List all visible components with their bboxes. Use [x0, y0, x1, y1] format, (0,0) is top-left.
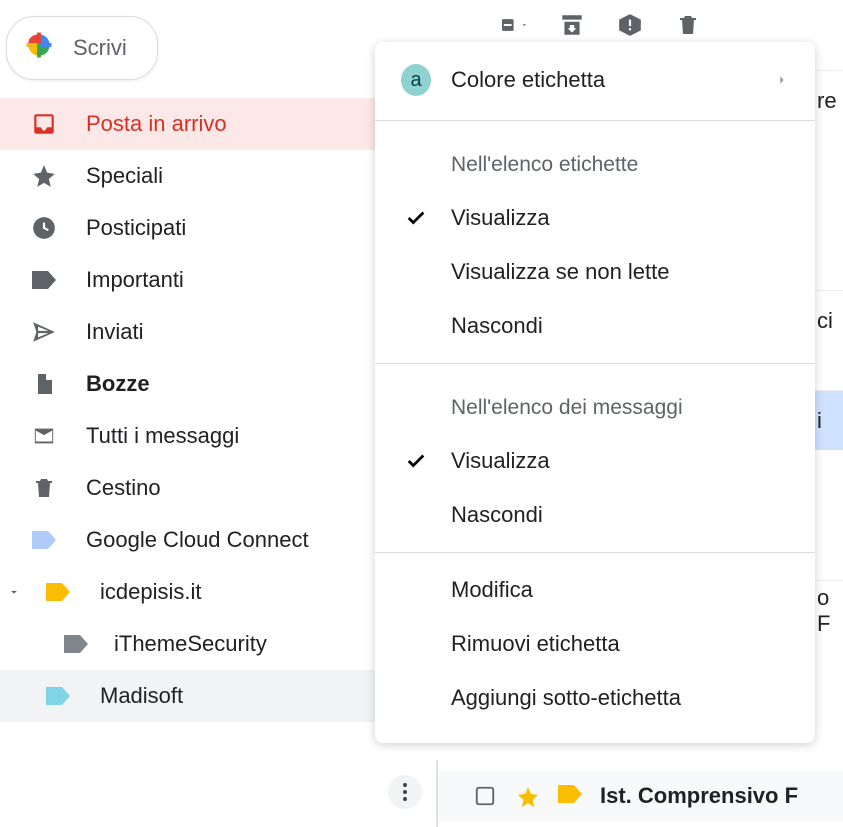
- menu-labellist-hide[interactable]: Nascondi: [375, 299, 815, 353]
- nav-label: Madisoft: [100, 683, 183, 709]
- spam-icon[interactable]: [616, 11, 644, 39]
- nav-inbox[interactable]: Posta in arrivo: [0, 98, 430, 150]
- check-icon: [401, 450, 431, 472]
- trash-icon: [30, 474, 58, 502]
- select-all-checkbox[interactable]: [500, 11, 528, 39]
- menu-color-label[interactable]: a Colore etichetta: [375, 50, 815, 110]
- check-icon: [401, 207, 431, 229]
- send-icon: [30, 318, 58, 346]
- nav-label-itheme[interactable]: iThemeSecurity: [0, 618, 430, 670]
- archive-icon[interactable]: [558, 11, 586, 39]
- delete-icon[interactable]: [674, 11, 702, 39]
- nav-label: Inviati: [86, 319, 143, 345]
- label-icon: [30, 526, 58, 554]
- inbox-icon: [30, 110, 58, 138]
- label-icon: [44, 682, 72, 710]
- menu-labellist-show[interactable]: Visualizza: [375, 191, 815, 245]
- nav-allmail[interactable]: Tutti i messaggi: [0, 410, 430, 462]
- nav-label: iThemeSecurity: [114, 631, 267, 657]
- nav-label: Tutti i messaggi: [86, 423, 239, 449]
- nav-label: Google Cloud Connect: [86, 527, 309, 553]
- menu-labellist-unread[interactable]: Visualizza se non lette: [375, 245, 815, 299]
- nav-label: Posta in arrivo: [86, 111, 227, 137]
- star-icon: [30, 162, 58, 190]
- chevron-down-icon[interactable]: [6, 585, 22, 599]
- file-icon: [30, 370, 58, 398]
- menu-item-label: Nascondi: [451, 502, 543, 528]
- menu-item-label: Visualizza se non lette: [451, 259, 670, 285]
- nav-sent[interactable]: Inviati: [0, 306, 430, 358]
- nav-list: Posta in arrivo Speciali Posticipati Imp…: [0, 98, 430, 722]
- nav-trash[interactable]: Cestino: [0, 462, 430, 514]
- nav-label: icdepisis.it: [100, 579, 201, 605]
- mail-list-partial: re ci i o F: [813, 70, 843, 640]
- menu-remove-label[interactable]: Rimuovi etichetta: [375, 617, 815, 671]
- nav-snoozed[interactable]: Posticipati: [0, 202, 430, 254]
- mail-icon: [30, 422, 58, 450]
- important-icon: [30, 266, 58, 294]
- clock-icon: [30, 214, 58, 242]
- kebab-icon: [403, 790, 407, 794]
- nav-label-icdepisis[interactable]: icdepisis.it: [0, 566, 430, 618]
- color-badge-icon: a: [401, 64, 431, 96]
- caret-down-icon[interactable]: [520, 19, 528, 31]
- nav-label-gcc[interactable]: Google Cloud Connect: [0, 514, 430, 566]
- menu-section-header: Nell'elenco etichette: [375, 131, 815, 191]
- chevron-right-icon: [775, 67, 789, 93]
- label-context-menu: a Colore etichetta Nell'elenco etichette…: [375, 42, 815, 743]
- menu-item-label: Modifica: [451, 577, 533, 603]
- mail-row[interactable]: Ist. Comprensivo F: [438, 771, 843, 821]
- menu-msglist-hide[interactable]: Nascondi: [375, 488, 815, 542]
- menu-item-label: Visualizza: [451, 448, 550, 474]
- menu-edit[interactable]: Modifica: [375, 563, 815, 617]
- compose-label: Scrivi: [73, 35, 127, 61]
- checkbox-icon[interactable]: [474, 785, 496, 807]
- menu-add-sublabel[interactable]: Aggiungi sotto-etichetta: [375, 671, 815, 725]
- menu-item-label: Nascondi: [451, 313, 543, 339]
- menu-section-header: Nell'elenco dei messaggi: [375, 374, 815, 434]
- nav-label: Importanti: [86, 267, 184, 293]
- menu-item-label: Visualizza: [451, 205, 550, 231]
- menu-item-label: Aggiungi sotto-etichetta: [451, 685, 681, 711]
- nav-drafts[interactable]: Bozze: [0, 358, 430, 410]
- important-icon[interactable]: [558, 785, 580, 807]
- menu-msglist-show[interactable]: Visualizza: [375, 434, 815, 488]
- nav-starred[interactable]: Speciali: [0, 150, 430, 202]
- menu-item-label: Rimuovi etichetta: [451, 631, 620, 657]
- nav-label: Cestino: [86, 475, 161, 501]
- compose-button[interactable]: Scrivi: [6, 16, 158, 80]
- label-icon: [44, 578, 72, 606]
- nav-label: Posticipati: [86, 215, 186, 241]
- mail-sender: Ist. Comprensivo F: [600, 783, 798, 809]
- label-more-button[interactable]: [388, 775, 422, 809]
- nav-important[interactable]: Importanti: [0, 254, 430, 306]
- menu-item-label: Colore etichetta: [451, 67, 605, 93]
- star-icon[interactable]: [516, 785, 538, 807]
- plus-icon: [23, 29, 55, 67]
- nav-label: Bozze: [86, 371, 150, 397]
- nav-label: Speciali: [86, 163, 163, 189]
- nav-label-madisoft[interactable]: Madisoft: [0, 670, 430, 722]
- sidebar: Scrivi Posta in arrivo Speciali Post: [0, 0, 430, 827]
- label-icon: [62, 630, 90, 658]
